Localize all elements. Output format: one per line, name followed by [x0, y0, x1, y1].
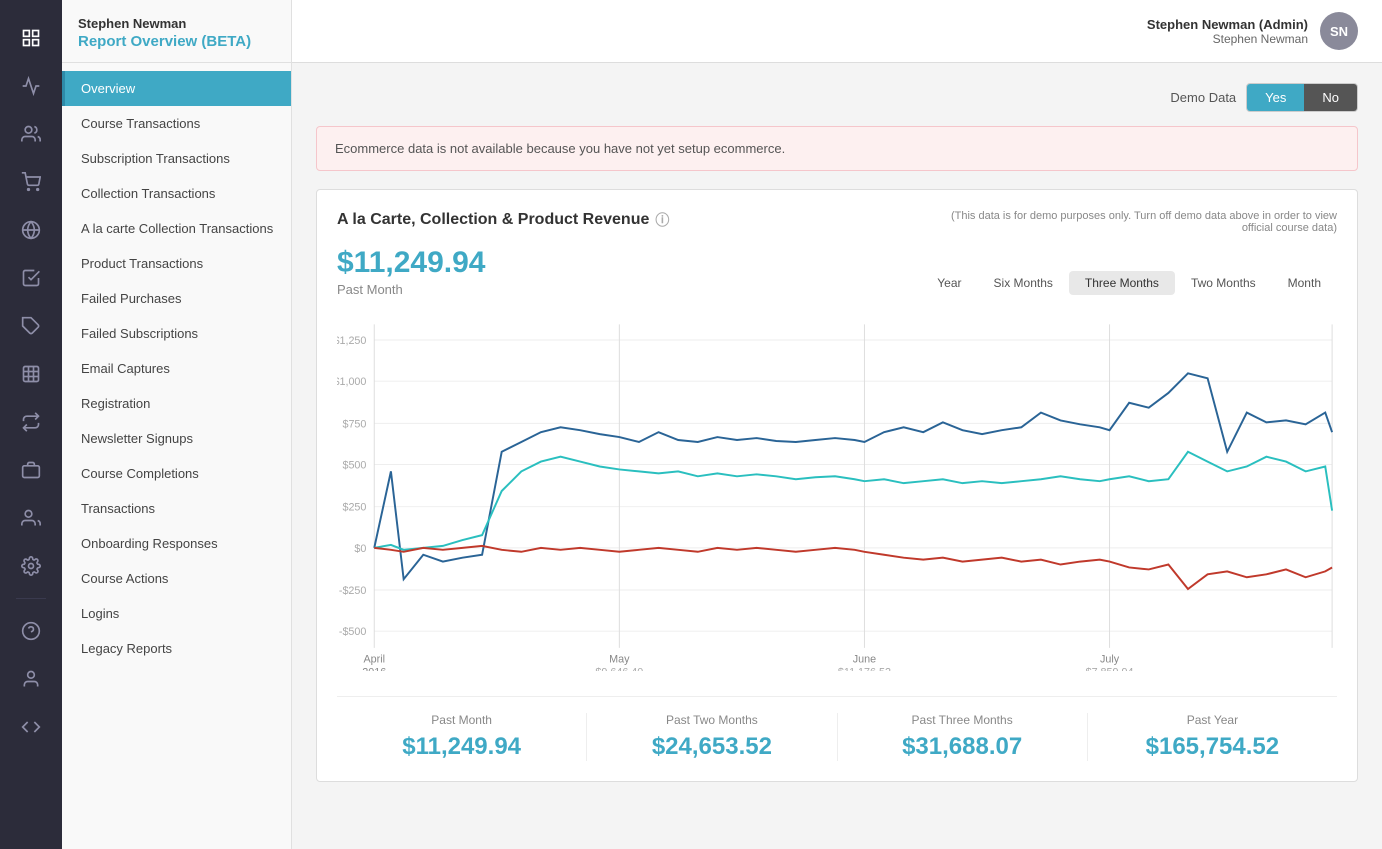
chart-period: Past Month — [337, 282, 486, 297]
sidebar-item-product-transactions[interactable]: Product Transactions — [62, 246, 291, 281]
user-info: Stephen Newman (Admin) Stephen Newman — [1147, 17, 1308, 46]
svg-text:$1,250: $1,250 — [337, 335, 366, 347]
avatar[interactable]: SN — [1320, 12, 1358, 50]
nav-chart-icon[interactable] — [9, 64, 53, 108]
icon-nav — [0, 0, 62, 849]
nav-home-icon[interactable] — [9, 16, 53, 60]
nav-person-icon[interactable] — [9, 657, 53, 701]
svg-text:-$500: -$500 — [339, 626, 367, 638]
sidebar-item-overview[interactable]: Overview — [62, 71, 291, 106]
summary-past-year: Past Year $165,754.52 — [1087, 713, 1337, 761]
sidebar-username: Stephen Newman — [78, 16, 275, 31]
svg-text:May: May — [609, 654, 630, 666]
summary-row: Past Month $11,249.94 Past Two Months $2… — [337, 696, 1337, 761]
alert-box: Ecommerce data is not available because … — [316, 126, 1358, 171]
nav-grid-icon[interactable] — [9, 352, 53, 396]
sidebar-header: Stephen Newman Report Overview (BETA) — [62, 0, 291, 63]
nav-divider — [16, 598, 46, 599]
nav-globe-icon[interactable] — [9, 208, 53, 252]
sidebar-item-subscription-transactions[interactable]: Subscription Transactions — [62, 141, 291, 176]
demo-toggle-row: Demo Data Yes No — [316, 83, 1358, 112]
svg-text:$250: $250 — [342, 502, 366, 514]
sidebar-nav: OverviewCourse TransactionsSubscription … — [62, 63, 291, 674]
svg-text:April: April — [363, 654, 385, 666]
top-bar-user: Stephen Newman (Admin) Stephen Newman SN — [1147, 12, 1358, 50]
sidebar-item-registration[interactable]: Registration — [62, 386, 291, 421]
svg-text:$11,176.52: $11,176.52 — [838, 666, 891, 671]
svg-text:$0: $0 — [354, 543, 366, 555]
time-filter-row: Year Six Months Three Months Two Months … — [921, 271, 1337, 295]
summary-past-three-months: Past Three Months $31,688.07 — [837, 713, 1087, 761]
chart-info-icon[interactable]: ⓘ — [655, 210, 669, 230]
nav-briefcase-icon[interactable] — [9, 448, 53, 492]
nav-flow-icon[interactable] — [9, 400, 53, 444]
nav-code-icon[interactable] — [9, 705, 53, 749]
content-area: Demo Data Yes No Ecommerce data is not a… — [292, 63, 1382, 849]
sidebar-item-onboarding-responses[interactable]: Onboarding Responses — [62, 526, 291, 561]
demo-yes-button[interactable]: Yes — [1247, 84, 1304, 111]
sidebar-item-course-actions[interactable]: Course Actions — [62, 561, 291, 596]
main-area: Stephen Newman (Admin) Stephen Newman SN… — [292, 0, 1382, 849]
alert-message: Ecommerce data is not available because … — [335, 141, 785, 156]
summary-past-three-months-label: Past Three Months — [838, 713, 1087, 727]
svg-text:$750: $750 — [342, 418, 366, 430]
demo-data-label: Demo Data — [1170, 90, 1236, 105]
time-btn-year[interactable]: Year — [921, 271, 977, 295]
summary-past-month-amount: $11,249.94 — [337, 733, 586, 761]
summary-past-year-amount: $165,754.52 — [1088, 733, 1337, 761]
summary-past-year-label: Past Year — [1088, 713, 1337, 727]
summary-past-two-months-label: Past Two Months — [587, 713, 836, 727]
svg-text:$1,000: $1,000 — [337, 376, 366, 388]
chart-note: (This data is for demo purposes only. Tu… — [917, 210, 1337, 234]
nav-help-icon[interactable] — [9, 609, 53, 653]
sidebar: Stephen Newman Report Overview (BETA) Ov… — [62, 0, 292, 849]
chart-amount: $11,249.94 — [337, 246, 486, 280]
demo-toggle-group: Yes No — [1246, 83, 1358, 112]
sidebar-item-logins[interactable]: Logins — [62, 596, 291, 631]
nav-clipboard-icon[interactable] — [9, 256, 53, 300]
sidebar-item-transactions[interactable]: Transactions — [62, 491, 291, 526]
svg-text:2016: 2016 — [362, 666, 386, 671]
time-btn-month[interactable]: Month — [1272, 271, 1337, 295]
sidebar-item-collection-transactions[interactable]: Collection Transactions — [62, 176, 291, 211]
sidebar-item-failed-purchases[interactable]: Failed Purchases — [62, 281, 291, 316]
chart-title: A la Carte, Collection & Product Revenue… — [337, 210, 669, 230]
summary-past-three-months-amount: $31,688.07 — [838, 733, 1087, 761]
chart-svg: $1,250 $1,000 $750 $500 $250 $0 -$250 -$… — [337, 311, 1337, 671]
sidebar-item-legacy-reports[interactable]: Legacy Reports — [62, 631, 291, 666]
svg-text:July: July — [1100, 654, 1120, 666]
summary-past-month-label: Past Month — [337, 713, 586, 727]
svg-text:$7,859.94: $7,859.94 — [1086, 666, 1134, 671]
demo-no-button[interactable]: No — [1304, 84, 1357, 111]
user-sub-name: Stephen Newman — [1147, 32, 1308, 46]
sidebar-item-course-transactions[interactable]: Course Transactions — [62, 106, 291, 141]
time-btn-six-months[interactable]: Six Months — [978, 271, 1069, 295]
nav-users-icon[interactable] — [9, 112, 53, 156]
summary-past-two-months-amount: $24,653.52 — [587, 733, 836, 761]
svg-text:$9,646.40: $9,646.40 — [595, 666, 643, 671]
nav-cart-icon[interactable] — [9, 160, 53, 204]
time-btn-two-months[interactable]: Two Months — [1175, 271, 1272, 295]
chart-card: A la Carte, Collection & Product Revenue… — [316, 189, 1358, 782]
chart-svg-wrapper: $1,250 $1,000 $750 $500 $250 $0 -$250 -$… — [337, 311, 1337, 676]
svg-text:June: June — [853, 654, 876, 666]
user-display-name: Stephen Newman (Admin) — [1147, 17, 1308, 32]
time-btn-three-months[interactable]: Three Months — [1069, 271, 1175, 295]
nav-settings-icon[interactable] — [9, 544, 53, 588]
sidebar-item-a-la-carte-collection-transactions[interactable]: A la carte Collection Transactions — [62, 211, 291, 246]
nav-tag-icon[interactable] — [9, 304, 53, 348]
sidebar-item-email-captures[interactable]: Email Captures — [62, 351, 291, 386]
chart-header: A la Carte, Collection & Product Revenue… — [337, 210, 1337, 234]
svg-text:$500: $500 — [342, 459, 366, 471]
svg-text:-$250: -$250 — [339, 585, 367, 597]
sidebar-item-failed-subscriptions[interactable]: Failed Subscriptions — [62, 316, 291, 351]
sidebar-item-course-completions[interactable]: Course Completions — [62, 456, 291, 491]
summary-past-two-months: Past Two Months $24,653.52 — [586, 713, 836, 761]
sidebar-item-newsletter-signups[interactable]: Newsletter Signups — [62, 421, 291, 456]
nav-people-icon[interactable] — [9, 496, 53, 540]
sidebar-page-title: Report Overview (BETA) — [78, 33, 275, 50]
top-bar: Stephen Newman (Admin) Stephen Newman SN — [292, 0, 1382, 63]
summary-past-month: Past Month $11,249.94 — [337, 713, 586, 761]
